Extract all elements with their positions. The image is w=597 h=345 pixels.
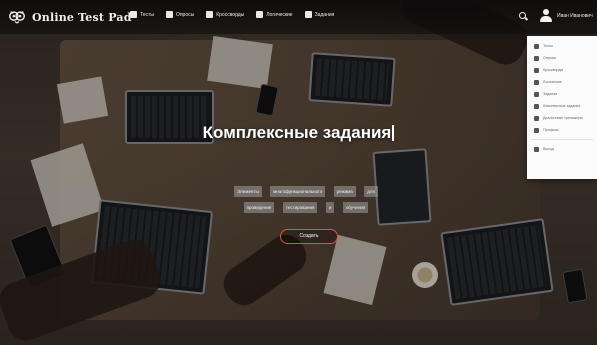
hero-overlay [0,0,597,345]
nav-item-tests[interactable]: Тесты [130,11,154,18]
text-cursor [392,125,395,141]
tagline-word: тестирования [282,202,318,213]
create-button[interactable]: Создать [280,229,338,244]
page: Online Test Pad Тесты Опросы Кроссворды … [0,0,597,345]
crossword-icon [206,11,214,18]
menu-item-label: Комплексные задания [543,104,581,108]
tagline-word: для [364,186,378,197]
menu-item-crosswords[interactable]: Кроссворды [527,64,597,76]
tagline-word: многофункционального [270,186,326,197]
hero-title-text: Комплексные задания [202,123,392,142]
nav-item-label: Логические [266,11,293,18]
nav-item-label: Задания [314,11,335,18]
hero-title: Комплексные задания [0,123,597,143]
nav-item-label: Опросы [175,11,195,18]
tasks-icon [534,91,539,97]
tagline-word: и [325,202,335,213]
nav-item-label: Тесты [140,11,154,18]
menu-item-label: Диалоговые тренажеры [543,116,583,120]
top-navbar: Online Test Pad Тесты Опросы Кроссворды … [0,0,597,34]
menu-item-label: Опросы [543,56,557,60]
user-menu-toggle[interactable]: Иван Иванович [540,9,593,23]
user-name: Иван Иванович [557,13,593,19]
document-icon [130,11,137,18]
poll-icon [165,11,173,18]
brand-name: Online Test Pad [32,10,132,24]
nav-item-tasks[interactable]: Задания [304,11,335,18]
dialog-icon [534,115,539,121]
logic-icon [256,11,264,18]
menu-item-complex-tasks[interactable]: Комплексные задания [527,100,597,112]
crossword-icon [534,67,539,73]
menu-item-tests[interactable]: Тесты [527,40,597,52]
user-icon [540,9,552,23]
document-icon [534,43,539,49]
complex-tasks-icon [534,103,539,109]
nav-item-crosswords[interactable]: Кроссворды [206,11,244,18]
owl-logo-icon [9,11,25,24]
main-nav: Тесты Опросы Кроссворды Логические Задан… [130,11,334,18]
menu-item-label: Кроссворды [543,68,564,72]
menu-item-polls[interactable]: Опросы [527,52,597,64]
nav-item-label: Кроссворды [216,11,245,18]
menu-item-label: Логические [543,80,562,84]
menu-item-label: Задания [543,92,558,96]
user-dropdown-menu: Тесты Опросы Кроссворды Логические Задан… [527,36,597,179]
brand-link[interactable]: Online Test Pad [8,8,132,26]
menu-item-tasks[interactable]: Задания [527,88,597,100]
logic-icon [534,79,539,85]
search-icon[interactable] [519,12,526,19]
tagline-word: проведения [243,202,275,213]
menu-item-logic[interactable]: Логические [527,76,597,88]
nav-item-polls[interactable]: Опросы [165,11,195,18]
logout-icon [534,146,539,152]
nav-item-logic[interactable]: Логические [256,11,293,18]
menu-item-logout[interactable]: Выход [527,143,597,155]
tagline-word: обучения [342,202,369,213]
tasks-icon [304,11,312,18]
poll-icon [534,55,539,61]
tagline-word: Элементы [234,186,262,197]
menu-item-label: Тесты [543,44,554,48]
hero-tagline: Элементы многофункционального режима для… [215,182,397,214]
menu-item-label: Выход [543,147,554,151]
tagline-word: режима [333,186,356,197]
